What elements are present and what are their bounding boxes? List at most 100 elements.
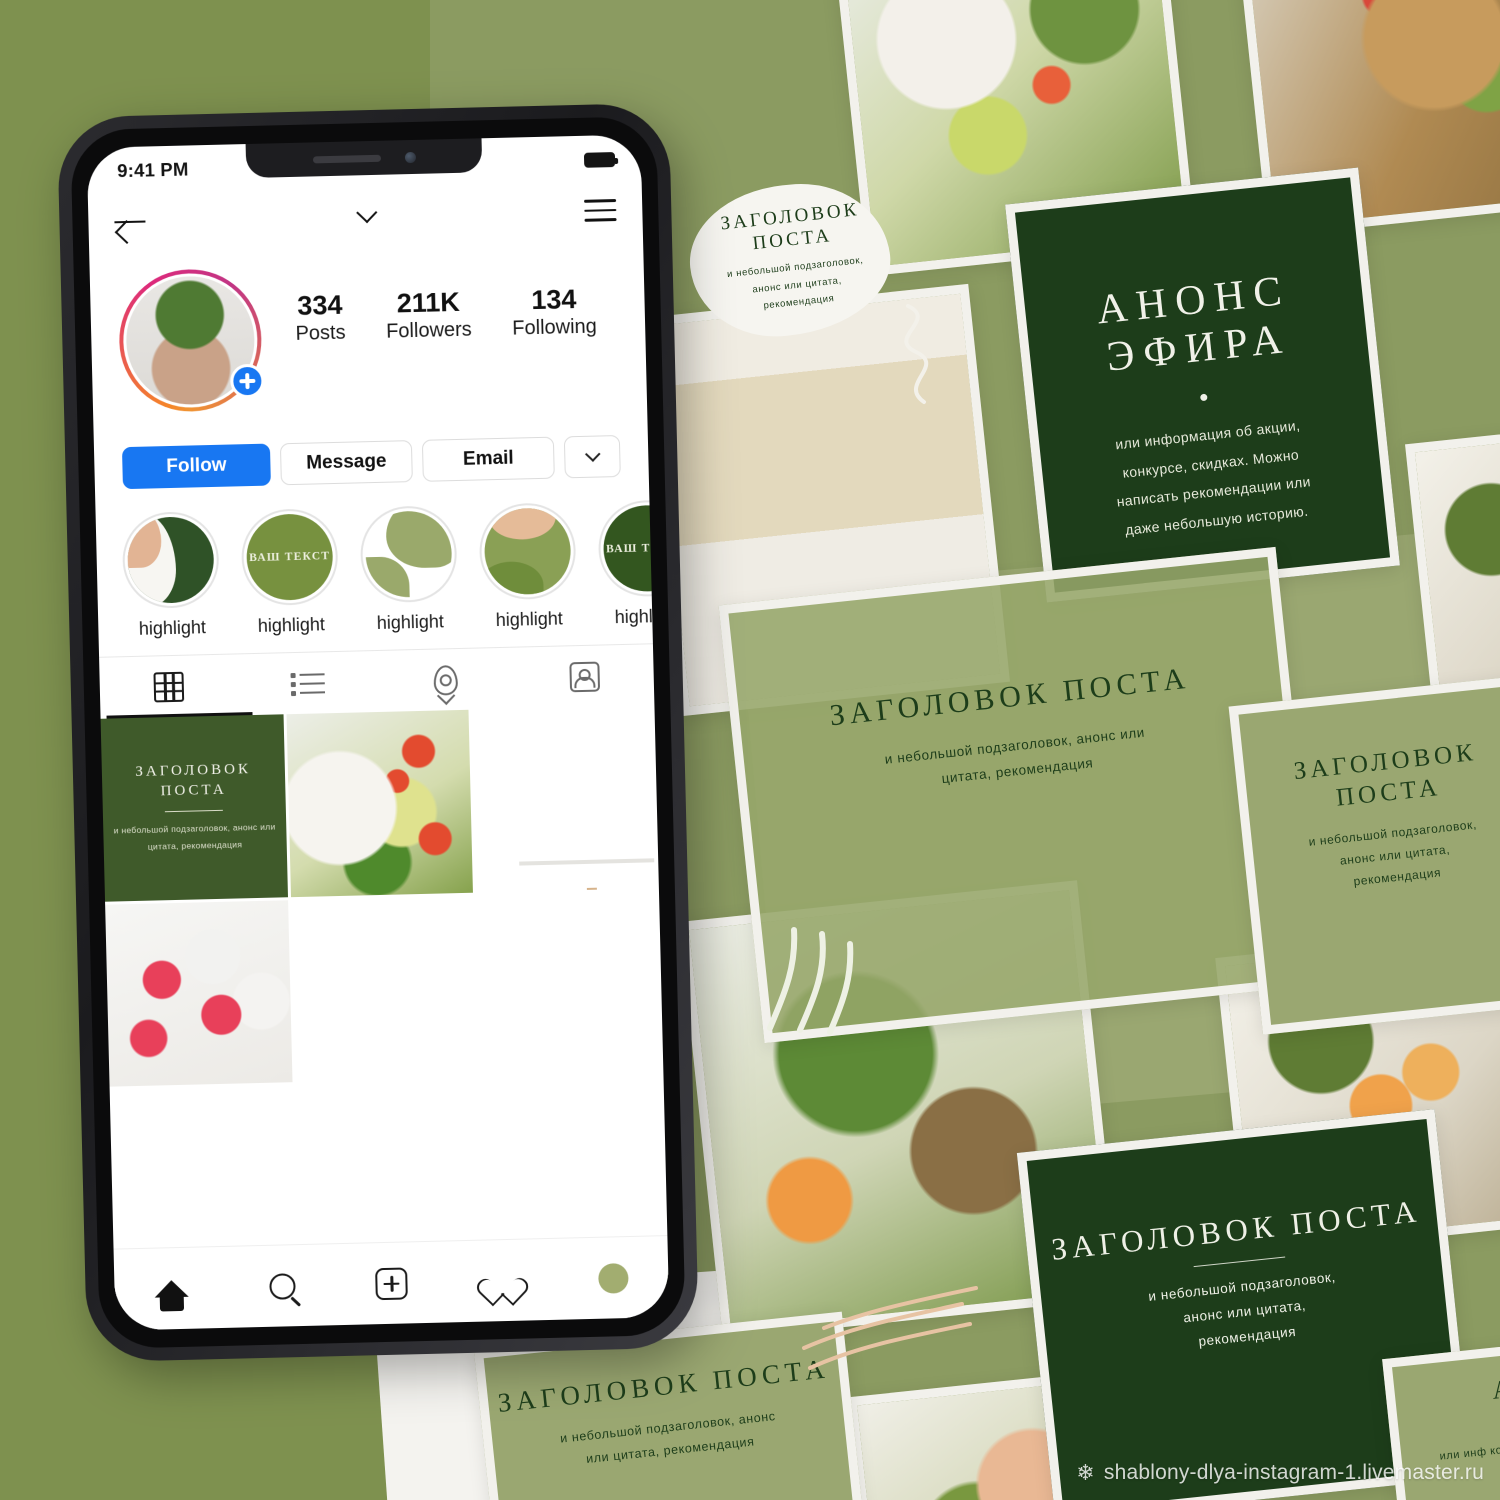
activity-tab[interactable] [487,1267,518,1295]
squiggle-decoration [904,304,929,404]
stat-following[interactable]: 134 Following [511,284,597,343]
bg-card-right-mid-subtitle: и небольшой подзаголовок, анонс или цита… [1307,817,1478,889]
highlight-item-4[interactable]: highlight [478,502,577,631]
phone-mockup: 9:41 PM 334 Posts 211K Followers 134 Fol… [56,102,700,1363]
stat-posts-value: 334 [296,289,343,321]
highlight-label: highlight [614,605,653,628]
bg-anons-title: АНОНС ЭФИРА [1094,267,1293,381]
top-nav-bar [88,176,643,256]
highlight-item-5[interactable]: ВАШ ТЕКСТ highlight [597,499,653,628]
squiggle-decoration [767,927,854,1035]
bg-card-bl-title: ЗАГОЛОВОК ПОСТА [496,1353,831,1418]
back-arrow-icon[interactable] [114,208,149,235]
grid-cell-photo[interactable] [472,705,659,893]
highlight-cover [478,502,577,601]
tagged-tab[interactable] [515,660,654,693]
bg-card-bl-subtitle: и небольшой подзаголовок, анонс или цита… [559,1409,777,1467]
status-clock: 9:41 PM [116,158,189,182]
home-icon [154,1279,189,1298]
grid-icon [153,671,185,702]
grid-cell-photo[interactable] [291,895,478,1083]
heart-icon [487,1267,518,1295]
search-tab[interactable] [268,1272,296,1300]
highlight-label: highlight [138,617,207,639]
stat-followers-value: 211K [396,286,461,319]
stat-posts-label: Posts [295,321,346,346]
snowflake-icon: ❄ [1076,1460,1095,1485]
highlight-cover [359,505,458,604]
highlight-item-1[interactable]: highlight [121,510,221,640]
message-button[interactable]: Message [279,440,413,486]
highlight-cover-text: ВАШ ТЕКСТ [605,541,653,556]
battery-icon [583,151,616,168]
bg-card-center-title: ЗАГОЛОВОК ПОСТА [828,661,1192,733]
story-highlights: highlight ВАШ ТЕКСТ highlight highlight … [95,476,653,656]
stat-posts[interactable]: 334 Posts [294,289,346,348]
search-icon [268,1272,296,1300]
profile-stats: 334 Posts 211K Followers 134 Following [260,259,620,349]
bg-card-subtitle: и небольшой подзаголовок, анонс или цита… [726,255,864,312]
earpiece-speaker [312,154,381,163]
watermark-text: shablony-dlya-instagram-1.livemaster.ru [1103,1461,1484,1484]
phone-notch [245,138,483,179]
plus-square-icon [375,1266,408,1300]
bg-card-center-subtitle: и небольшой подзаголовок, анонс или цита… [884,724,1146,786]
list-tab[interactable] [238,669,377,698]
grid-cell-text[interactable]: ЗАГОЛОВОК ПОСТА и небольшой подзаголовок… [100,714,288,902]
hamburger-menu-icon[interactable] [584,199,617,222]
profile-action-buttons: Follow Message Email [93,400,649,490]
bg-card-top-left: ЗАГОЛОВОК ПОСТА и небольшой подзаголовок… [683,184,906,345]
grid-tab[interactable] [99,670,238,703]
highlight-item-2[interactable]: ВАШ ТЕКСТ highlight [240,507,340,637]
highlight-label: highlight [376,611,445,633]
highlight-cover: ВАШ ТЕКСТ [240,507,339,607]
highlight-cover [121,510,220,610]
home-tab[interactable] [154,1279,189,1298]
phone-body: 9:41 PM 334 Posts 211K Followers 134 Fol… [56,102,700,1363]
follow-button[interactable]: Follow [121,443,271,490]
grid-cell-photo[interactable] [105,899,293,1088]
post-grid: ЗАГОЛОВОК ПОСТА и небольшой подзаголовок… [100,705,669,1297]
avatar-icon [597,1262,629,1294]
bg-card-rb-subtitle: и небольшой подзаголовок, анонс или цита… [1147,1269,1337,1350]
tagged-person-icon [569,661,600,692]
front-camera-icon [404,151,416,163]
bg-card-rb-title: ЗАГОЛОВОК ПОСТА [1049,1193,1423,1267]
location-pin-icon [433,664,459,696]
highlight-item-3[interactable]: highlight [359,505,458,634]
highlight-cover: ВАШ ТЕКСТ [597,499,653,598]
grid-cell-photo[interactable] [476,891,664,1078]
email-button[interactable]: Email [421,436,555,482]
bg-anons-dot [1199,393,1208,402]
highlight-cover-text: ВАШ ТЕКСТ [249,550,331,565]
phone-screen: 9:41 PM 334 Posts 211K Followers 134 Fol… [86,134,670,1331]
watermark: ❄ shablony-dlya-instagram-1.livemaster.r… [1076,1460,1484,1486]
grid-cell-rule [165,809,224,813]
create-tab[interactable] [375,1266,408,1300]
plus-badge-icon[interactable] [229,363,265,399]
bg-card-right-mid: ЗАГОЛОВОК ПОСТА и небольшой подзаголовок… [1228,675,1500,1035]
location-tab[interactable] [376,663,515,696]
grid-cell-subtitle: и небольшой подзаголовок, анонс или цита… [113,821,276,852]
stat-followers-label: Followers [385,318,473,343]
phone-bezel: 9:41 PM 334 Posts 211K Followers 134 Fol… [70,116,686,1349]
highlight-label: highlight [257,614,326,636]
bottom-navigation [113,1235,670,1331]
bg-card-br-title: АН [1490,1371,1500,1405]
bg-card-right-mid-title: ЗАГОЛОВОК ПОСТА [1292,738,1478,812]
stat-following-label: Following [512,315,598,340]
bg-anons-subtitle: или информация об акции, конкурсе, скидк… [1114,417,1312,538]
squiggle-decoration [802,1286,978,1370]
profile-tab[interactable] [597,1262,629,1294]
chevron-down-icon [584,446,601,462]
grid-cell-photo[interactable] [286,709,474,897]
bg-card-title: ЗАГОЛОВОК ПОСТА [719,199,861,255]
list-icon [290,670,325,697]
more-options-button[interactable] [563,435,621,479]
grid-cell-title: ЗАГОЛОВОК ПОСТА [135,761,252,800]
profile-header: 334 Posts 211K Followers 134 Following [89,242,647,414]
avatar[interactable] [117,267,265,414]
highlight-label: highlight [495,608,564,631]
account-switcher[interactable] [148,202,584,226]
stat-followers[interactable]: 211K Followers [385,287,472,346]
